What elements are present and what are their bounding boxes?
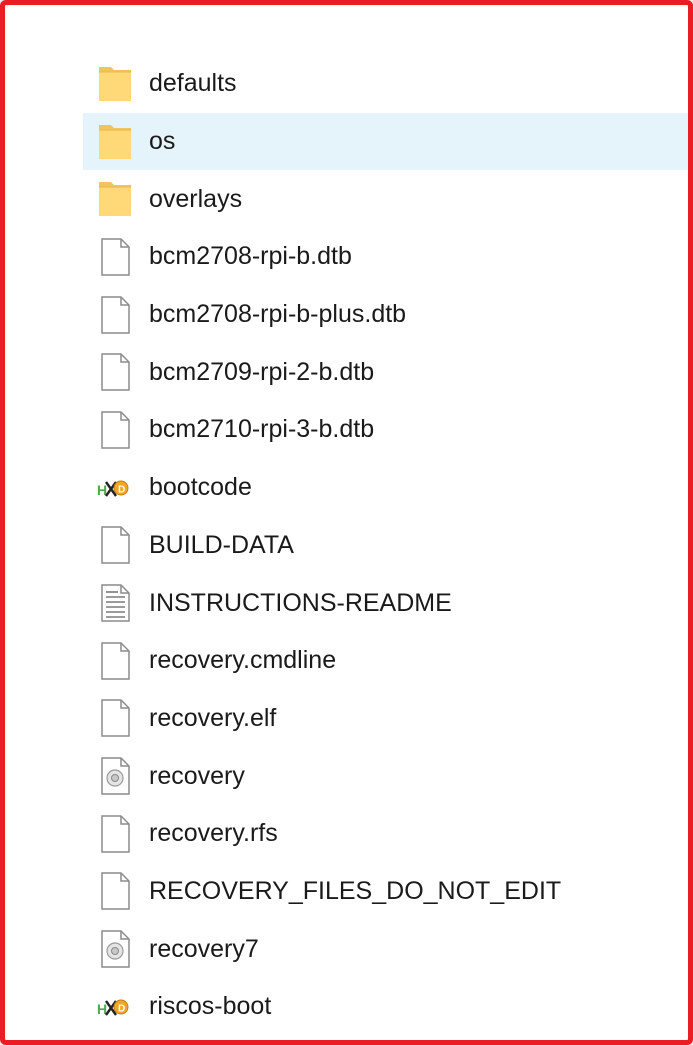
file-icon	[97, 641, 133, 681]
file-row[interactable]: H D bootcode	[83, 459, 688, 517]
file-row[interactable]: recovery.cmdline	[83, 632, 688, 690]
explorer-window: defaults os overlays bcm2708-rpi-b.dtb bcm27…	[0, 0, 693, 1045]
folder-icon	[97, 122, 133, 162]
file-row[interactable]: bcm2709-rpi-2-b.dtb	[83, 343, 688, 401]
file-name: recovery7	[149, 934, 259, 963]
file-name: bcm2708-rpi-b-plus.dtb	[149, 300, 407, 329]
file-name: RECOVERY_FILES_DO_NOT_EDIT	[149, 876, 562, 905]
file-name: bcm2709-rpi-2-b.dtb	[149, 357, 375, 386]
hex-file-icon: HD	[97, 468, 133, 508]
file-row[interactable]: recovery	[83, 747, 688, 805]
file-row[interactable]: bcm2708-rpi-b.dtb	[83, 228, 688, 286]
file-icon	[97, 237, 133, 277]
svg-text:D: D	[118, 1003, 125, 1014]
file-name: bootcode	[149, 473, 252, 502]
file-name: riscos-boot	[149, 992, 272, 1021]
file-icon	[97, 352, 133, 392]
file-row[interactable]: bcm2708-rpi-b-plus.dtb	[83, 286, 688, 344]
file-name: recovery	[149, 761, 245, 790]
svg-text:D: D	[118, 484, 125, 495]
text-file-icon	[97, 583, 133, 623]
file-row[interactable]: os	[83, 112, 688, 171]
file-row[interactable]: H D riscos-boot	[83, 978, 688, 1036]
file-row[interactable]: recovery7	[83, 920, 688, 978]
file-name: defaults	[149, 69, 237, 98]
disc-image-icon	[97, 756, 133, 796]
file-row[interactable]: defaults	[83, 55, 688, 113]
file-icon	[97, 410, 133, 450]
file-row[interactable]: recovery.elf	[83, 690, 688, 748]
file-name: BUILD-DATA	[149, 530, 294, 559]
file-row[interactable]: bcm2710-rpi-3-b.dtb	[83, 401, 688, 459]
file-icon	[97, 814, 133, 854]
file-icon	[97, 525, 133, 565]
hex-file-icon: HD	[97, 987, 133, 1027]
file-row[interactable]: BUILD-DATA	[83, 517, 688, 575]
file-row[interactable]: RECOVERY_FILES_DO_NOT_EDIT	[83, 863, 688, 921]
file-row[interactable]: overlays	[83, 170, 688, 228]
file-name: recovery.cmdline	[149, 646, 337, 675]
file-row[interactable]: INSTRUCTIONS-README	[83, 574, 688, 632]
file-name: recovery.rfs	[149, 819, 278, 848]
file-icon	[97, 295, 133, 335]
file-name: INSTRUCTIONS-README	[149, 588, 452, 617]
file-icon	[97, 871, 133, 911]
file-icon	[97, 698, 133, 738]
file-name: bcm2710-rpi-3-b.dtb	[149, 415, 375, 444]
file-name: recovery.elf	[149, 703, 277, 732]
file-list: defaults os overlays bcm2708-rpi-b.dtb bcm27…	[83, 55, 688, 1036]
folder-icon	[97, 179, 133, 219]
file-name: bcm2708-rpi-b.dtb	[149, 242, 352, 271]
file-name: os	[149, 127, 176, 156]
file-row[interactable]: recovery.rfs	[83, 805, 688, 863]
file-name: overlays	[149, 184, 243, 213]
folder-icon	[97, 64, 133, 104]
disc-image-icon	[97, 929, 133, 969]
